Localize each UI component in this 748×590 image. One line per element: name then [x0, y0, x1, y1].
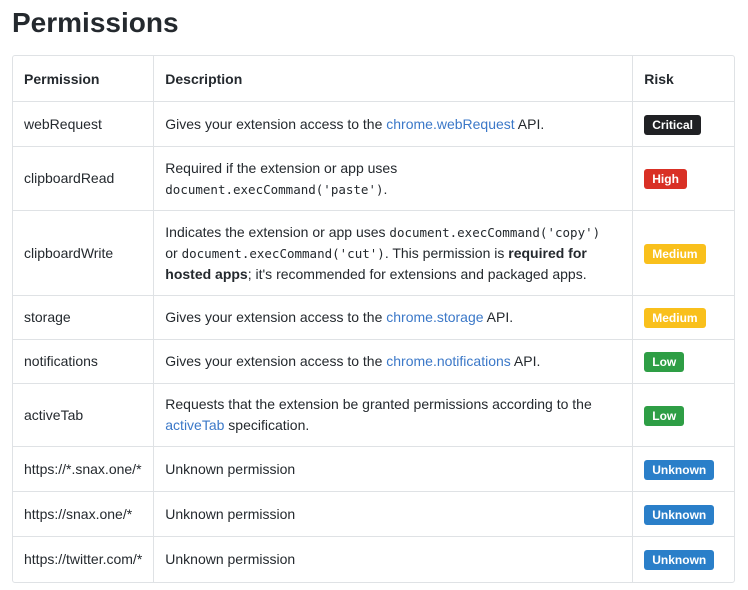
- table-row: clipboardWrite Indicates the extension o…: [13, 211, 734, 296]
- page: Permissions Permission Description Risk …: [0, 0, 748, 583]
- code-snippet: document.execCommand('paste'): [165, 181, 384, 197]
- table-row: https://*.snax.one/* Unknown permission …: [13, 447, 734, 492]
- description-text: Gives your extension access to the: [165, 309, 387, 325]
- header-description: Description: [154, 56, 634, 102]
- risk-badge: Unknown: [644, 459, 715, 480]
- description-text: . This permission is: [384, 244, 509, 261]
- risk-badge: Low: [644, 405, 685, 426]
- permission-name: webRequest: [13, 102, 155, 147]
- risk-cell: Medium: [633, 296, 734, 340]
- permission-name: https://*.snax.one/*: [13, 447, 155, 492]
- header-risk: Risk: [633, 56, 734, 102]
- permission-description: Required if the extension or app uses doc…: [154, 147, 634, 211]
- permission-name: storage: [13, 296, 155, 340]
- header-permission: Permission: [13, 56, 155, 102]
- risk-badge: Critical: [644, 114, 701, 135]
- permission-description: Gives your extension access to the chrom…: [154, 296, 634, 340]
- table-row: https://snax.one/* Unknown permission Un…: [13, 492, 734, 537]
- table-row: activeTab Requests that the extension be…: [13, 384, 734, 447]
- permission-name: https://snax.one/*: [13, 492, 155, 537]
- description-text: specification.: [224, 417, 310, 433]
- permission-description: Indicates the extension or app uses docu…: [154, 211, 634, 296]
- table-row: storage Gives your extension access to t…: [13, 296, 734, 340]
- permission-name: activeTab: [13, 384, 155, 447]
- risk-cell: High: [633, 147, 734, 211]
- risk-cell: Medium: [633, 211, 734, 296]
- description-text: Required if the extension or app uses: [165, 159, 398, 176]
- permission-name: clipboardRead: [13, 147, 155, 211]
- table-row: clipboardRead Required if the extension …: [13, 147, 734, 211]
- risk-cell: Unknown: [633, 537, 734, 582]
- table-row: webRequest Gives your extension access t…: [13, 102, 734, 147]
- permission-description: Unknown permission: [154, 447, 634, 492]
- risk-cell: Low: [633, 384, 734, 447]
- permission-description: Unknown permission: [154, 537, 634, 582]
- page-title: Permissions: [12, 7, 179, 38]
- code-snippet: document.execCommand('cut'): [181, 245, 385, 261]
- permission-description: Requests that the extension be granted p…: [154, 384, 634, 447]
- risk-badge: Medium: [644, 308, 706, 328]
- api-link[interactable]: chrome.webRequest: [386, 116, 514, 132]
- risk-badge: Medium: [644, 243, 706, 264]
- description-text: API.: [510, 353, 541, 369]
- table-row: notifications Gives your extension acces…: [13, 340, 734, 384]
- description-text: Gives your extension access to the: [165, 115, 387, 132]
- api-link[interactable]: chrome.storage: [386, 309, 483, 325]
- description-text: Requests that the extension be granted p…: [165, 396, 592, 412]
- api-link[interactable]: chrome.notifications: [386, 353, 511, 369]
- permission-description: Unknown permission: [154, 492, 634, 537]
- permission-name: clipboardWrite: [13, 211, 155, 296]
- description-text: or: [165, 244, 182, 261]
- permission-name: https://twitter.com/*: [13, 537, 155, 582]
- description-text: API.: [514, 115, 545, 132]
- description-text: .: [383, 180, 388, 197]
- permission-description: Gives your extension access to the chrom…: [154, 102, 634, 147]
- spec-link[interactable]: activeTab: [165, 417, 224, 433]
- code-snippet: document.execCommand('copy'): [389, 224, 601, 240]
- risk-badge: Low: [644, 352, 685, 372]
- permission-name: notifications: [13, 340, 155, 384]
- risk-cell: Low: [633, 340, 734, 384]
- risk-cell: Critical: [633, 102, 734, 147]
- description-text: Gives your extension access to the: [165, 353, 387, 369]
- table-header-row: Permission Description Risk: [13, 56, 734, 102]
- risk-badge: Unknown: [644, 504, 715, 525]
- description-text: Indicates the extension or app uses: [165, 223, 390, 240]
- risk-badge: Unknown: [644, 550, 715, 570]
- risk-cell: Unknown: [633, 447, 734, 492]
- permissions-table: Permission Description Risk webRequest G…: [12, 55, 735, 583]
- risk-cell: Unknown: [633, 492, 734, 537]
- permission-description: Gives your extension access to the chrom…: [154, 340, 634, 384]
- risk-badge: High: [644, 169, 687, 189]
- description-text: API.: [483, 309, 514, 325]
- table-row: https://twitter.com/* Unknown permission…: [13, 537, 734, 582]
- description-text: ; it's recommended for extensions and pa…: [247, 265, 587, 282]
